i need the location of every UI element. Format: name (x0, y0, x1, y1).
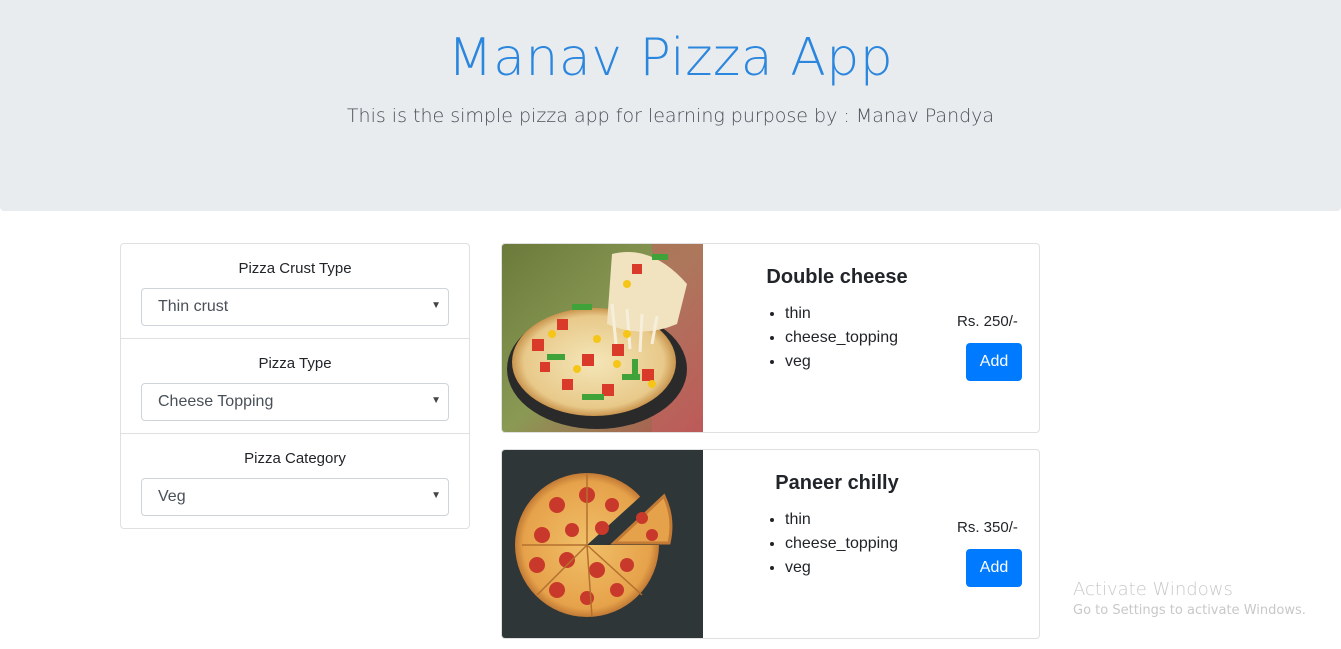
pizza-category-select[interactable]: Veg ▼ (141, 478, 449, 516)
watermark-subtitle: Go to Settings to activate Windows. (1073, 603, 1306, 618)
filter-label: Pizza Type (258, 355, 332, 372)
attribute-item: cheese_topping (785, 326, 898, 350)
product-image (502, 244, 703, 432)
product-card: Paneer chilly thin cheese_topping veg Rs… (501, 449, 1040, 639)
filter-label: Pizza Category (244, 450, 346, 467)
filter-group-crust: Pizza Crust Type Thin crust ▼ (121, 244, 469, 339)
page-subtitle: This is the simple pizza app for learnin… (346, 105, 995, 127)
product-attributes: thin cheese_topping veg (785, 302, 898, 374)
filter-group-category: Pizza Category Veg ▼ (121, 434, 469, 529)
product-image (502, 450, 703, 638)
select-value: Cheese Topping (158, 393, 274, 410)
page-title: Manav Pizza App (447, 28, 894, 88)
product-price: Rs. 350/- (957, 519, 1018, 536)
select-value: Veg (158, 488, 186, 505)
filter-label: Pizza Crust Type (238, 260, 352, 277)
chevron-down-icon: ▼ (431, 300, 441, 311)
add-to-cart-button[interactable]: Add (966, 343, 1022, 381)
product-attributes: thin cheese_topping veg (785, 508, 898, 580)
attribute-item: cheese_topping (785, 532, 898, 556)
crust-type-select[interactable]: Thin crust ▼ (141, 288, 449, 326)
pizza-type-select[interactable]: Cheese Topping ▼ (141, 383, 449, 421)
add-to-cart-button[interactable]: Add (966, 549, 1022, 587)
attribute-item: veg (785, 556, 898, 580)
jumbotron-header: Manav Pizza App This is the simple pizza… (0, 0, 1341, 211)
attribute-item: thin (785, 508, 898, 532)
product-name: Paneer chilly (775, 472, 899, 494)
windows-activation-watermark: Activate Windows Go to Settings to activ… (1073, 579, 1306, 618)
filter-group-type: Pizza Type Cheese Topping ▼ (121, 339, 469, 434)
attribute-item: veg (785, 350, 898, 374)
select-value: Thin crust (158, 298, 229, 315)
product-name: Double cheese (766, 266, 908, 288)
product-price: Rs. 250/- (957, 313, 1018, 330)
chevron-down-icon: ▼ (431, 490, 441, 501)
product-card: Double cheese thin cheese_topping veg Rs… (501, 243, 1040, 433)
chevron-down-icon: ▼ (431, 395, 441, 406)
watermark-title: Activate Windows (1073, 579, 1233, 600)
attribute-item: thin (785, 302, 898, 326)
filter-panel: Pizza Crust Type Thin crust ▼ Pizza Type… (120, 243, 470, 529)
